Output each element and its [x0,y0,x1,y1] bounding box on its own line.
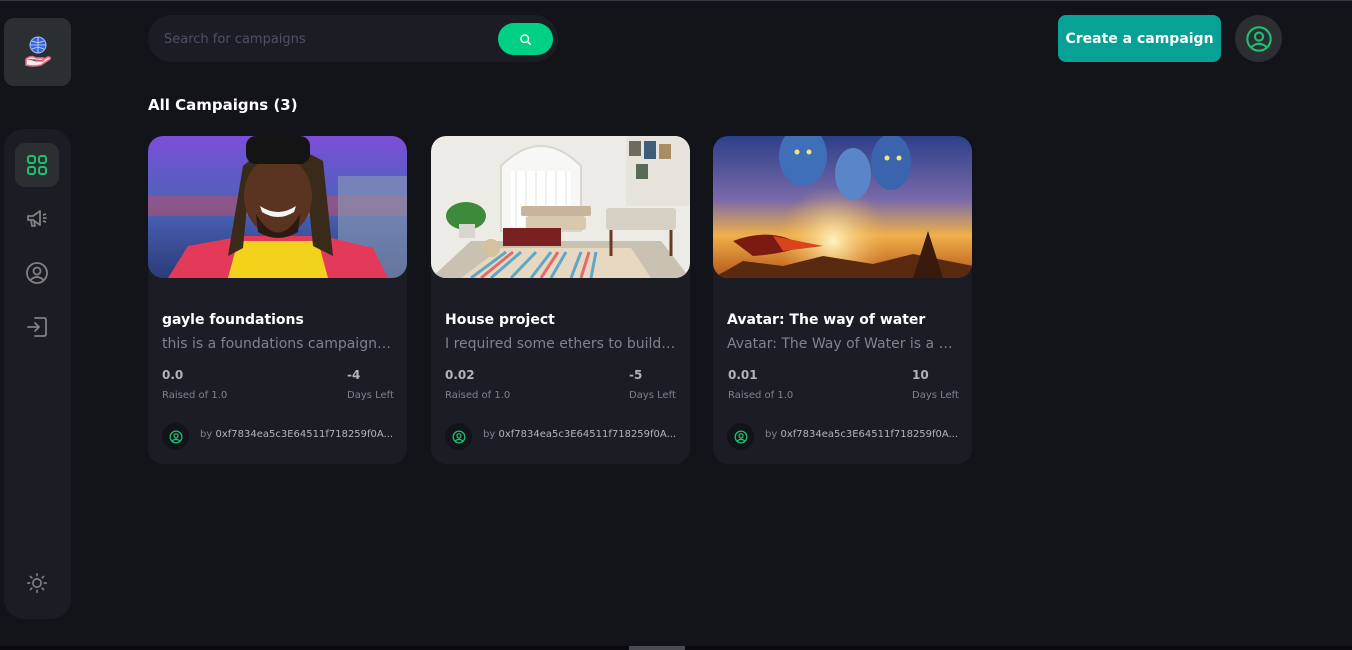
user-circle-icon [169,430,182,443]
sidebar [4,129,71,619]
days-left: -5 [629,368,643,382]
sidebar-item-create-campaign[interactable] [15,197,59,241]
campaign-title: gayle foundations [162,312,304,328]
campaign-image [148,136,407,278]
campaign-title: House project [445,312,555,328]
profile-icon [26,262,48,284]
sidebar-item-dashboard[interactable] [15,143,59,187]
days-left-label: Days Left [629,390,676,401]
owner-avatar [162,423,189,450]
sidebar-item-profile[interactable] [15,251,59,295]
user-avatar[interactable] [1235,15,1282,62]
owner-avatar [727,423,754,450]
search-button[interactable] [498,23,553,55]
user-circle-icon [1245,25,1272,52]
raised-label: Raised of 1.0 [728,390,794,401]
sun-icon [27,573,47,593]
user-circle-icon [734,430,747,443]
campaign-description: I required some ethers to build ... [445,336,677,352]
campaign-card[interactable]: Avatar: The way of water Avatar: The Way… [713,136,972,464]
campaign-image [713,136,972,278]
page-title: All Campaigns (3) [148,96,298,114]
app-logo[interactable] [4,18,71,86]
campaign-description: Avatar: The Way of Water is a 20... [727,336,959,352]
dashboard-icon [27,155,47,175]
campaign-card[interactable]: gayle foundations this is a foundations … [148,136,407,464]
crowdfunding-globe-hand-icon [24,36,51,67]
amount-raised: 0.02 [445,368,475,382]
owner-address: by 0xf7834ea5c3E64511f718259f0A... [765,429,959,440]
search-icon [520,33,532,45]
days-left: -4 [347,368,361,382]
raised-label: Raised of 1.0 [162,390,228,401]
owner-address: by 0xf7834ea5c3E64511f718259f0A... [483,429,677,440]
scroll-handle[interactable] [629,646,685,650]
campaign-megaphone-icon [27,210,47,227]
search-bar [148,15,558,62]
days-left-label: Days Left [347,390,394,401]
campaign-title: Avatar: The way of water [727,312,926,328]
days-left: 10 [912,368,929,382]
raised-label: Raised of 1.0 [445,390,511,401]
logout-icon [27,317,47,337]
search-input[interactable] [162,27,496,51]
campaign-description: this is a foundations campaign t... [162,336,394,352]
sidebar-item-logout[interactable] [15,305,59,349]
amount-raised: 0.0 [162,368,184,382]
create-campaign-button[interactable]: Create a campaign [1058,15,1221,62]
campaign-card[interactable]: House project I required some ethers to … [431,136,690,464]
owner-address: by 0xf7834ea5c3E64511f718259f0A... [200,429,394,440]
campaign-image [431,136,690,278]
days-left-label: Days Left [912,390,959,401]
window-top-border [0,0,1352,1]
owner-avatar [445,423,472,450]
amount-raised: 0.01 [728,368,758,382]
theme-toggle[interactable] [15,561,59,605]
user-circle-icon [452,430,465,443]
